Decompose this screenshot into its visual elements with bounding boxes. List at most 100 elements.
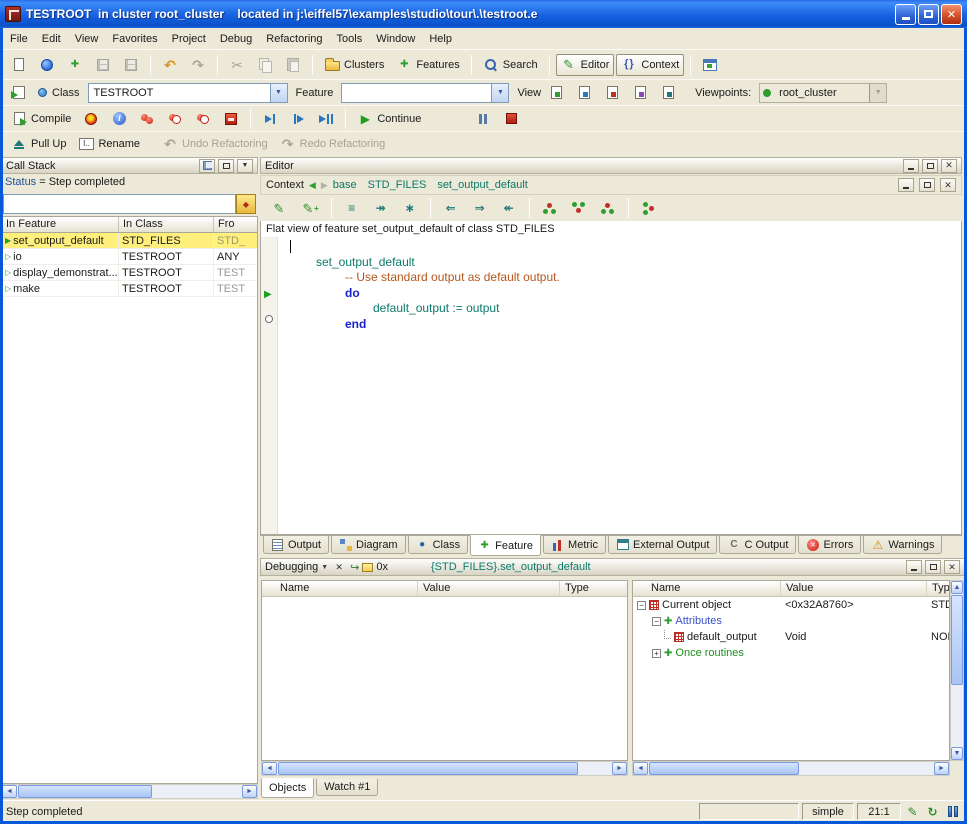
- code-line-5[interactable]: default_output := output: [261, 301, 961, 317]
- clickable-view-button[interactable]: [571, 82, 597, 104]
- dock-panel-button[interactable]: ▼: [237, 159, 253, 173]
- tab-external-output[interactable]: External Output: [608, 536, 717, 554]
- code-line-1[interactable]: [261, 239, 961, 255]
- step-over-button[interactable]: [285, 108, 311, 130]
- debugging-close-button[interactable]: ✕: [944, 560, 960, 574]
- undo-button[interactable]: ↶: [157, 54, 183, 76]
- breadcrumb-cluster[interactable]: base: [333, 179, 357, 191]
- stack-frame-row[interactable]: ▷display_demonstrat... TESTROOT TEST: [2, 265, 257, 281]
- system-info-button[interactable]: i: [106, 108, 132, 130]
- refresh-status-icon[interactable]: ↻: [924, 803, 941, 820]
- tab-watch-1[interactable]: Watch #1: [316, 779, 378, 796]
- show-implementers-button[interactable]: ↠: [368, 197, 394, 219]
- editor-close-button[interactable]: ✕: [941, 159, 957, 173]
- menu-file[interactable]: File: [3, 30, 35, 48]
- code-line-3[interactable]: -- Use standard output as default output…: [261, 270, 961, 286]
- show-callees-button[interactable]: ⇒: [467, 197, 493, 219]
- show-descendants-button[interactable]: [566, 197, 592, 219]
- flat-view-button[interactable]: [599, 82, 625, 104]
- show-callers-button[interactable]: ⇐: [438, 197, 464, 219]
- edit-feature-button[interactable]: ✎: [266, 197, 292, 219]
- open-in-new-tab-button[interactable]: [6, 82, 32, 104]
- columns-status-icon[interactable]: [944, 803, 961, 820]
- menu-tools[interactable]: Tools: [330, 30, 370, 48]
- disable-breakpoints-button[interactable]: [162, 108, 188, 130]
- object-tree-row[interactable]: − Current object <0x32A8760> STD.: [633, 597, 949, 613]
- viewpoints-combo[interactable]: root_cluster ▼: [759, 83, 887, 103]
- show-ancestors-button[interactable]: [537, 197, 563, 219]
- save-all-button[interactable]: [118, 54, 144, 76]
- show-ancestor-versions-button[interactable]: ∗: [397, 197, 423, 219]
- menu-project[interactable]: Project: [165, 30, 213, 48]
- column-from[interactable]: Fro: [214, 217, 257, 232]
- column-name[interactable]: Name: [633, 581, 781, 596]
- rename-button[interactable]: I..Rename: [73, 133, 145, 155]
- step-into-button[interactable]: [257, 108, 283, 130]
- scroll-thumb[interactable]: [649, 762, 799, 775]
- step-out-button[interactable]: [313, 108, 339, 130]
- context-maximize-button[interactable]: [919, 178, 935, 192]
- debugging-minimize-button[interactable]: [906, 560, 922, 574]
- show-clients-button[interactable]: [595, 197, 621, 219]
- scroll-thumb[interactable]: [278, 762, 578, 775]
- search-button[interactable]: Search: [478, 54, 543, 76]
- object-tree-row[interactable]: − ✚ Attributes: [633, 613, 949, 629]
- save-stack-button[interactable]: [199, 159, 215, 173]
- column-type[interactable]: Type: [927, 581, 949, 596]
- stack-frame-row[interactable]: ▷io TESTROOT ANY: [2, 249, 257, 265]
- stack-frame-row[interactable]: ▶set_output_default STD_FILES STD_: [2, 233, 257, 249]
- code-line-6[interactable]: end: [261, 317, 961, 333]
- code-area[interactable]: ▶ set_output_default -- Use standard out…: [260, 237, 962, 535]
- breakpoints-tool-button[interactable]: [218, 108, 244, 130]
- column-in-class[interactable]: In Class: [119, 217, 214, 232]
- context-toggle-button[interactable]: {}Context: [616, 54, 684, 76]
- editor-minimize-button[interactable]: [903, 159, 919, 173]
- minimize-button[interactable]: [895, 4, 916, 25]
- new-document-button[interactable]: [6, 54, 32, 76]
- open-button[interactable]: [34, 54, 60, 76]
- column-name[interactable]: Name: [262, 581, 418, 596]
- editable-status-icon[interactable]: ✎: [904, 803, 921, 820]
- context-minimize-button[interactable]: [898, 178, 914, 192]
- pull-up-button[interactable]: Pull Up: [6, 133, 71, 155]
- clusters-button[interactable]: Clusters: [319, 54, 389, 76]
- remove-breakpoints-button[interactable]: [190, 108, 216, 130]
- compile-button[interactable]: Compile: [6, 108, 76, 130]
- title-bar[interactable]: TESTROOT in cluster root_cluster located…: [0, 0, 967, 28]
- collapse-icon[interactable]: −: [652, 617, 661, 626]
- maximize-button[interactable]: [918, 4, 939, 25]
- editor-toggle-button[interactable]: ✎Editor: [556, 54, 615, 76]
- object-tree-row[interactable]: default_output Void NON: [633, 629, 949, 645]
- editor-gutter[interactable]: [261, 237, 278, 534]
- tab-diagram[interactable]: Diagram: [331, 536, 406, 554]
- features-button[interactable]: ✚Features: [391, 54, 464, 76]
- tab-objects[interactable]: Objects: [261, 778, 314, 798]
- quick-melt-button[interactable]: [78, 108, 104, 130]
- stack-depth-input[interactable]: [3, 194, 236, 214]
- pause-button[interactable]: [470, 108, 496, 130]
- editor-header[interactable]: Editor ✕: [260, 157, 962, 174]
- scroll-left-button[interactable]: ◄: [633, 762, 648, 775]
- stack-frame-row[interactable]: ▷make TESTROOT TEST: [2, 281, 257, 297]
- redo-refactoring-button[interactable]: ↷Redo Refactoring: [275, 133, 391, 155]
- show-suppliers-button[interactable]: [636, 197, 662, 219]
- code-line-4[interactable]: do: [261, 286, 961, 302]
- close-button[interactable]: ✕: [941, 4, 962, 25]
- add-button[interactable]: ✚: [62, 54, 88, 76]
- column-in-feature[interactable]: In Feature: [2, 217, 119, 232]
- object-tree-row[interactable]: + ✚ Once routines: [633, 645, 949, 661]
- expand-icon[interactable]: +: [652, 649, 661, 658]
- tab-c-output[interactable]: CC Output: [719, 536, 796, 554]
- objects-vscrollbar[interactable]: ▲ ▼: [950, 580, 964, 761]
- text-view-button[interactable]: [543, 82, 569, 104]
- show-assigners-button[interactable]: ↞: [496, 197, 522, 219]
- show-homonyms-button[interactable]: ≡: [339, 197, 365, 219]
- menu-refactoring[interactable]: Refactoring: [259, 30, 329, 48]
- note-icon[interactable]: [362, 563, 373, 572]
- float-panel-button[interactable]: [218, 159, 234, 173]
- scroll-left-button[interactable]: ◄: [262, 762, 277, 775]
- redirect-icon[interactable]: ↪: [350, 561, 359, 574]
- history-forward-button[interactable]: ▶: [321, 180, 328, 191]
- history-back-button[interactable]: ◀: [309, 180, 316, 191]
- interface-view-button[interactable]: [655, 82, 681, 104]
